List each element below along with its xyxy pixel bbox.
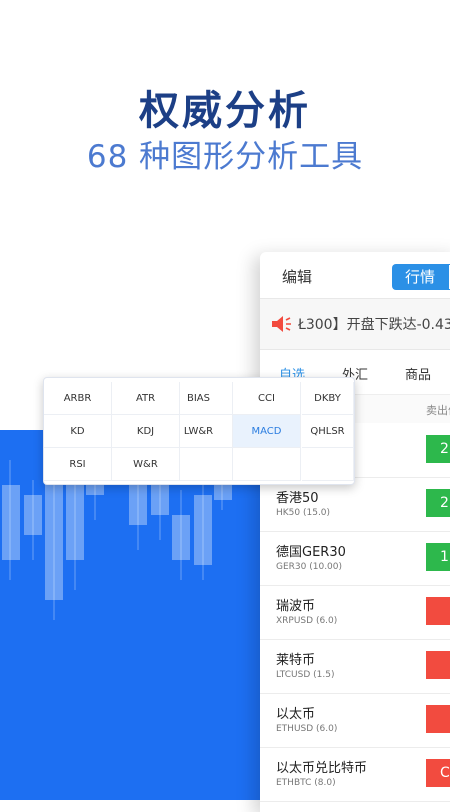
hero-title: 权威分析 xyxy=(139,88,311,134)
indicator-empty xyxy=(233,448,301,481)
table-row[interactable]: 瑞波币 XRPUSD (6.0) xyxy=(260,585,450,640)
news-ticker[interactable]: Ł300】开盘下跌达-0.43 xyxy=(260,299,450,350)
background-candlestick-chart xyxy=(2,440,232,620)
table-row[interactable]: 德国GER30 GER30 (10.00) 1 xyxy=(260,531,450,586)
edit-button[interactable]: 编辑 xyxy=(282,266,312,287)
instrument-code: ETHUSD (6.0) xyxy=(276,724,338,734)
table-row[interactable]: 莱特币 LTCUSD (1.5) xyxy=(260,639,450,694)
tab-commodities[interactable]: 商品 xyxy=(405,364,431,383)
table-row[interactable]: 以太币兑比特币 ETHBTC (8.0) C xyxy=(260,747,450,802)
sell-price-box[interactable]: 2 xyxy=(426,489,450,517)
ticker-text: Ł300】开盘下跌达-0.43 xyxy=(298,317,450,333)
phone-screen: 编辑 行情 Ł300】开盘下跌达-0.43 自选 外汇 商品 卖出价 2 香港5… xyxy=(260,252,450,812)
sell-price-box[interactable] xyxy=(426,705,450,733)
indicator-empty xyxy=(302,448,354,481)
indicator-macd[interactable]: MACD xyxy=(233,415,301,448)
hero-subtitle: 68 种图形分析工具 xyxy=(86,139,364,175)
sell-price-box[interactable]: 2 xyxy=(426,435,450,463)
indicator-kd[interactable]: KD xyxy=(44,415,112,448)
indicator-cci[interactable]: CCI xyxy=(233,382,301,415)
instrument-code: LTCUSD (1.5) xyxy=(276,670,335,680)
instrument-code: HK50 (15.0) xyxy=(276,508,331,518)
indicator-empty xyxy=(165,448,233,481)
table-row[interactable]: 以太币 ETHUSD (6.0) xyxy=(260,693,450,748)
indicator-lwr[interactable]: LW&R xyxy=(165,415,233,448)
sell-price-box[interactable] xyxy=(426,651,450,679)
instrument-name: 莱特币 xyxy=(276,653,316,668)
instrument-name: 香港50 xyxy=(276,491,319,506)
instrument-name: 德国GER30 xyxy=(276,545,346,560)
table-row[interactable]: 香港50 HK50 (15.0) 2 xyxy=(260,477,450,532)
instrument-name: 瑞波币 xyxy=(276,599,316,614)
tab-quotes[interactable]: 行情 xyxy=(392,264,448,290)
sell-price-box[interactable]: 1 xyxy=(426,543,450,571)
instrument-name: 以太币 xyxy=(276,707,316,722)
instrument-code: GER30 (10.00) xyxy=(276,562,343,572)
sell-price-header: 卖出价 xyxy=(426,404,450,417)
indicator-arbr[interactable]: ARBR xyxy=(44,382,112,415)
speaker-icon xyxy=(272,316,291,332)
indicator-popup: ARBR ATR BIAS CCI DKBY KD KDJ LW&R MACD … xyxy=(43,377,355,485)
instrument-code: XRPUSD (6.0) xyxy=(276,616,338,626)
sell-price-box[interactable] xyxy=(426,597,450,625)
instrument-name: 以太币兑比特币 xyxy=(276,761,368,776)
indicator-dkby[interactable]: DKBY xyxy=(302,382,354,415)
indicator-bias[interactable]: BIAS xyxy=(165,382,233,415)
indicator-qhlsr[interactable]: QHLSR xyxy=(302,415,354,448)
instrument-code: ETHBTC (8.0) xyxy=(276,778,336,788)
app-header: 编辑 行情 xyxy=(260,252,450,299)
indicator-rsi[interactable]: RSI xyxy=(44,448,112,481)
sell-price-box[interactable]: C xyxy=(426,759,450,787)
